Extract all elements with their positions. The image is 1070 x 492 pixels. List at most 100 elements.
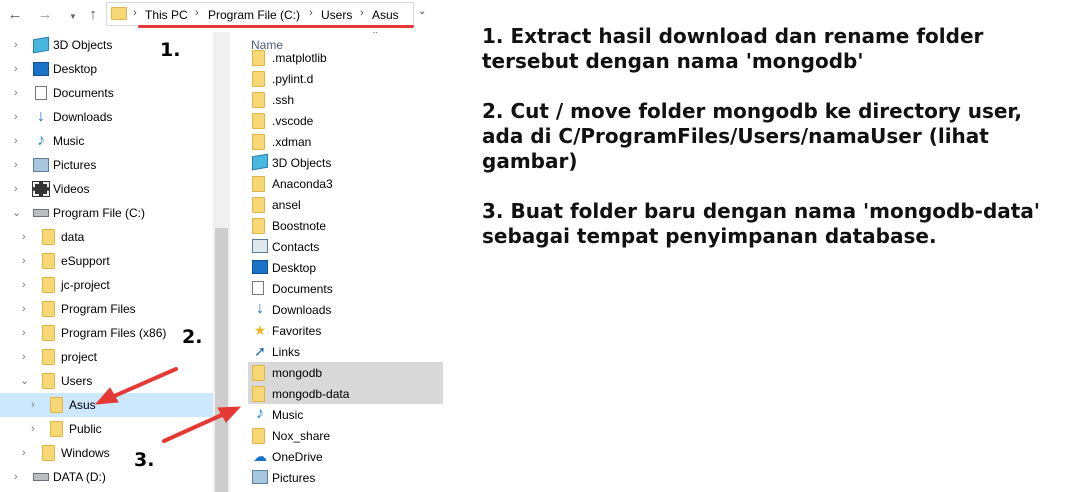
- chevron-right-icon[interactable]: ›: [14, 110, 24, 124]
- file-item-mongodb-data[interactable]: mongodb-data: [248, 383, 443, 404]
- music-icon: ♪: [256, 405, 264, 422]
- chevron-right-icon[interactable]: ›: [22, 254, 32, 268]
- nav-item-program-files[interactable]: › Program Files: [0, 297, 213, 321]
- file-item-label: Nox_share: [272, 429, 331, 443]
- file-item-favorites[interactable]: ★ Favorites: [248, 320, 443, 341]
- file-item-ssh[interactable]: .ssh: [248, 89, 443, 110]
- file-item-xdman[interactable]: .xdman: [248, 131, 443, 152]
- nav-item-data[interactable]: › data: [0, 225, 213, 249]
- address-dropdown-icon[interactable]: ⌄: [418, 6, 426, 17]
- nav-item-videos[interactable]: › Videos: [0, 177, 213, 201]
- breadcrumb-this-pc[interactable]: This PC: [145, 8, 188, 22]
- file-item-pictures[interactable]: Pictures: [248, 467, 443, 488]
- chevron-right-icon[interactable]: ›: [14, 134, 24, 148]
- chevron-right-icon[interactable]: ›: [14, 62, 24, 76]
- folder-icon: [252, 365, 265, 381]
- instruction-step-3: 3. Buat folder baru dengan nama 'mongodb…: [482, 199, 1040, 248]
- nav-item-music[interactable]: › ♪ Music: [0, 129, 213, 153]
- scrollbar-thumb[interactable]: [215, 228, 228, 492]
- desktop-icon: [33, 62, 49, 76]
- nav-item-label: eSupport: [61, 254, 110, 268]
- nav-item-pictures[interactable]: › Pictures: [0, 153, 213, 177]
- breadcrumb-program-file[interactable]: Program File (C:): [208, 8, 300, 22]
- arrow-right-icon[interactable]: →: [36, 6, 54, 24]
- pictures-icon: [33, 158, 49, 172]
- file-item-downloads[interactable]: ↓ Downloads: [248, 299, 443, 320]
- chevron-right-icon[interactable]: ›: [22, 278, 32, 292]
- chevron-right-icon[interactable]: ›: [14, 182, 24, 196]
- file-item-nox-share[interactable]: Nox_share: [248, 425, 443, 446]
- file-item-anaconda3[interactable]: Anaconda3: [248, 173, 443, 194]
- file-item-label: Documents: [272, 282, 333, 296]
- sort-chevron-icon[interactable]: ⌃: [371, 32, 379, 41]
- file-item-boostnote[interactable]: Boostnote: [248, 215, 443, 236]
- nav-item-label: data: [61, 230, 85, 244]
- instruction-text: 1. Extract hasil download dan rename fol…: [482, 24, 1062, 274]
- file-item-label: Favorites: [272, 324, 322, 338]
- nav-item-jc-project[interactable]: › jc-project: [0, 273, 213, 297]
- file-item-matplotlib[interactable]: .matplotlib: [248, 47, 443, 68]
- favorites-icon: ★: [253, 322, 267, 338]
- folder-icon: [252, 134, 265, 150]
- file-item-desktop[interactable]: Desktop: [248, 257, 443, 278]
- file-item-onedrive[interactable]: ☁ OneDrive: [248, 446, 443, 467]
- chevron-right-icon[interactable]: ›: [309, 7, 313, 19]
- folder-icon: [252, 71, 265, 87]
- file-item-documents[interactable]: Documents: [248, 278, 443, 299]
- nav-item-3d-objects[interactable]: › 3D Objects: [0, 33, 213, 57]
- nav-item-label: Users: [61, 374, 93, 388]
- chevron-right-icon[interactable]: ›: [14, 158, 24, 172]
- file-item-mongodb[interactable]: mongodb: [248, 362, 443, 383]
- folder-icon: [111, 7, 127, 20]
- chevron-down-icon[interactable]: ⌄: [12, 206, 22, 220]
- folder-icon: [252, 386, 265, 402]
- nav-item-public[interactable]: › Public: [0, 417, 213, 441]
- chevron-right-icon[interactable]: ›: [22, 326, 32, 340]
- chevron-right-icon[interactable]: ›: [133, 7, 137, 19]
- file-item-3d-objects[interactable]: 3D Objects: [248, 152, 443, 173]
- chevron-right-icon[interactable]: ›: [14, 38, 24, 52]
- chevron-right-icon[interactable]: ›: [22, 446, 32, 460]
- nav-item-label: Documents: [53, 86, 114, 100]
- breadcrumb-asus[interactable]: Asus: [372, 8, 399, 22]
- file-item-pylint[interactable]: .pylint.d: [248, 68, 443, 89]
- chevron-right-icon[interactable]: ›: [360, 7, 364, 19]
- file-item-contacts[interactable]: Contacts: [248, 236, 443, 257]
- file-item-label: .vscode: [272, 114, 314, 128]
- file-item-music[interactable]: ♪ Music: [248, 404, 443, 425]
- folder-icon: [252, 92, 265, 108]
- file-item-links[interactable]: ➚ Links: [248, 341, 443, 362]
- breadcrumb-users[interactable]: Users: [321, 8, 352, 22]
- chevron-right-icon[interactable]: ›: [14, 86, 24, 100]
- marker-2: 2.: [182, 326, 203, 348]
- file-item-ansel[interactable]: ansel: [248, 194, 443, 215]
- chevron-down-icon[interactable]: ⌄: [20, 374, 30, 388]
- chevron-right-icon[interactable]: ›: [31, 422, 41, 436]
- 3d-objects-icon: [33, 36, 49, 54]
- nav-item-program-file-c[interactable]: ⌄ Program File (C:): [0, 201, 213, 225]
- nav-item-windows[interactable]: › Windows: [0, 441, 213, 465]
- chevron-down-icon[interactable]: ▼: [64, 8, 82, 26]
- chevron-right-icon[interactable]: ›: [195, 7, 199, 19]
- chevron-right-icon[interactable]: ›: [31, 398, 41, 412]
- arrow-up-icon[interactable]: ↑: [84, 6, 102, 24]
- chevron-right-icon[interactable]: ›: [14, 470, 24, 484]
- nav-item-desktop[interactable]: › Desktop: [0, 57, 213, 81]
- arrow-left-icon[interactable]: ←: [6, 6, 24, 24]
- nav-item-downloads[interactable]: › ↓ Downloads: [0, 105, 213, 129]
- nav-item-project[interactable]: › project: [0, 345, 213, 369]
- chevron-right-icon[interactable]: ›: [22, 302, 32, 316]
- address-bar[interactable]: › This PC › Program File (C:) › Users › …: [106, 2, 414, 26]
- nav-item-users[interactable]: ⌄ Users: [0, 369, 213, 393]
- chevron-right-icon[interactable]: ›: [22, 350, 32, 364]
- chevron-right-icon[interactable]: ›: [22, 230, 32, 244]
- folder-icon: [42, 445, 55, 461]
- folder-icon: [50, 421, 63, 437]
- nav-item-esupport[interactable]: › eSupport: [0, 249, 213, 273]
- music-icon: ♪: [37, 132, 45, 149]
- nav-item-asus[interactable]: › Asus: [0, 393, 213, 417]
- nav-item-data-d[interactable]: › DATA (D:): [0, 465, 213, 489]
- file-item-vscode[interactable]: .vscode: [248, 110, 443, 131]
- nav-item-documents[interactable]: › Documents: [0, 81, 213, 105]
- file-item-label: OneDrive: [272, 450, 323, 464]
